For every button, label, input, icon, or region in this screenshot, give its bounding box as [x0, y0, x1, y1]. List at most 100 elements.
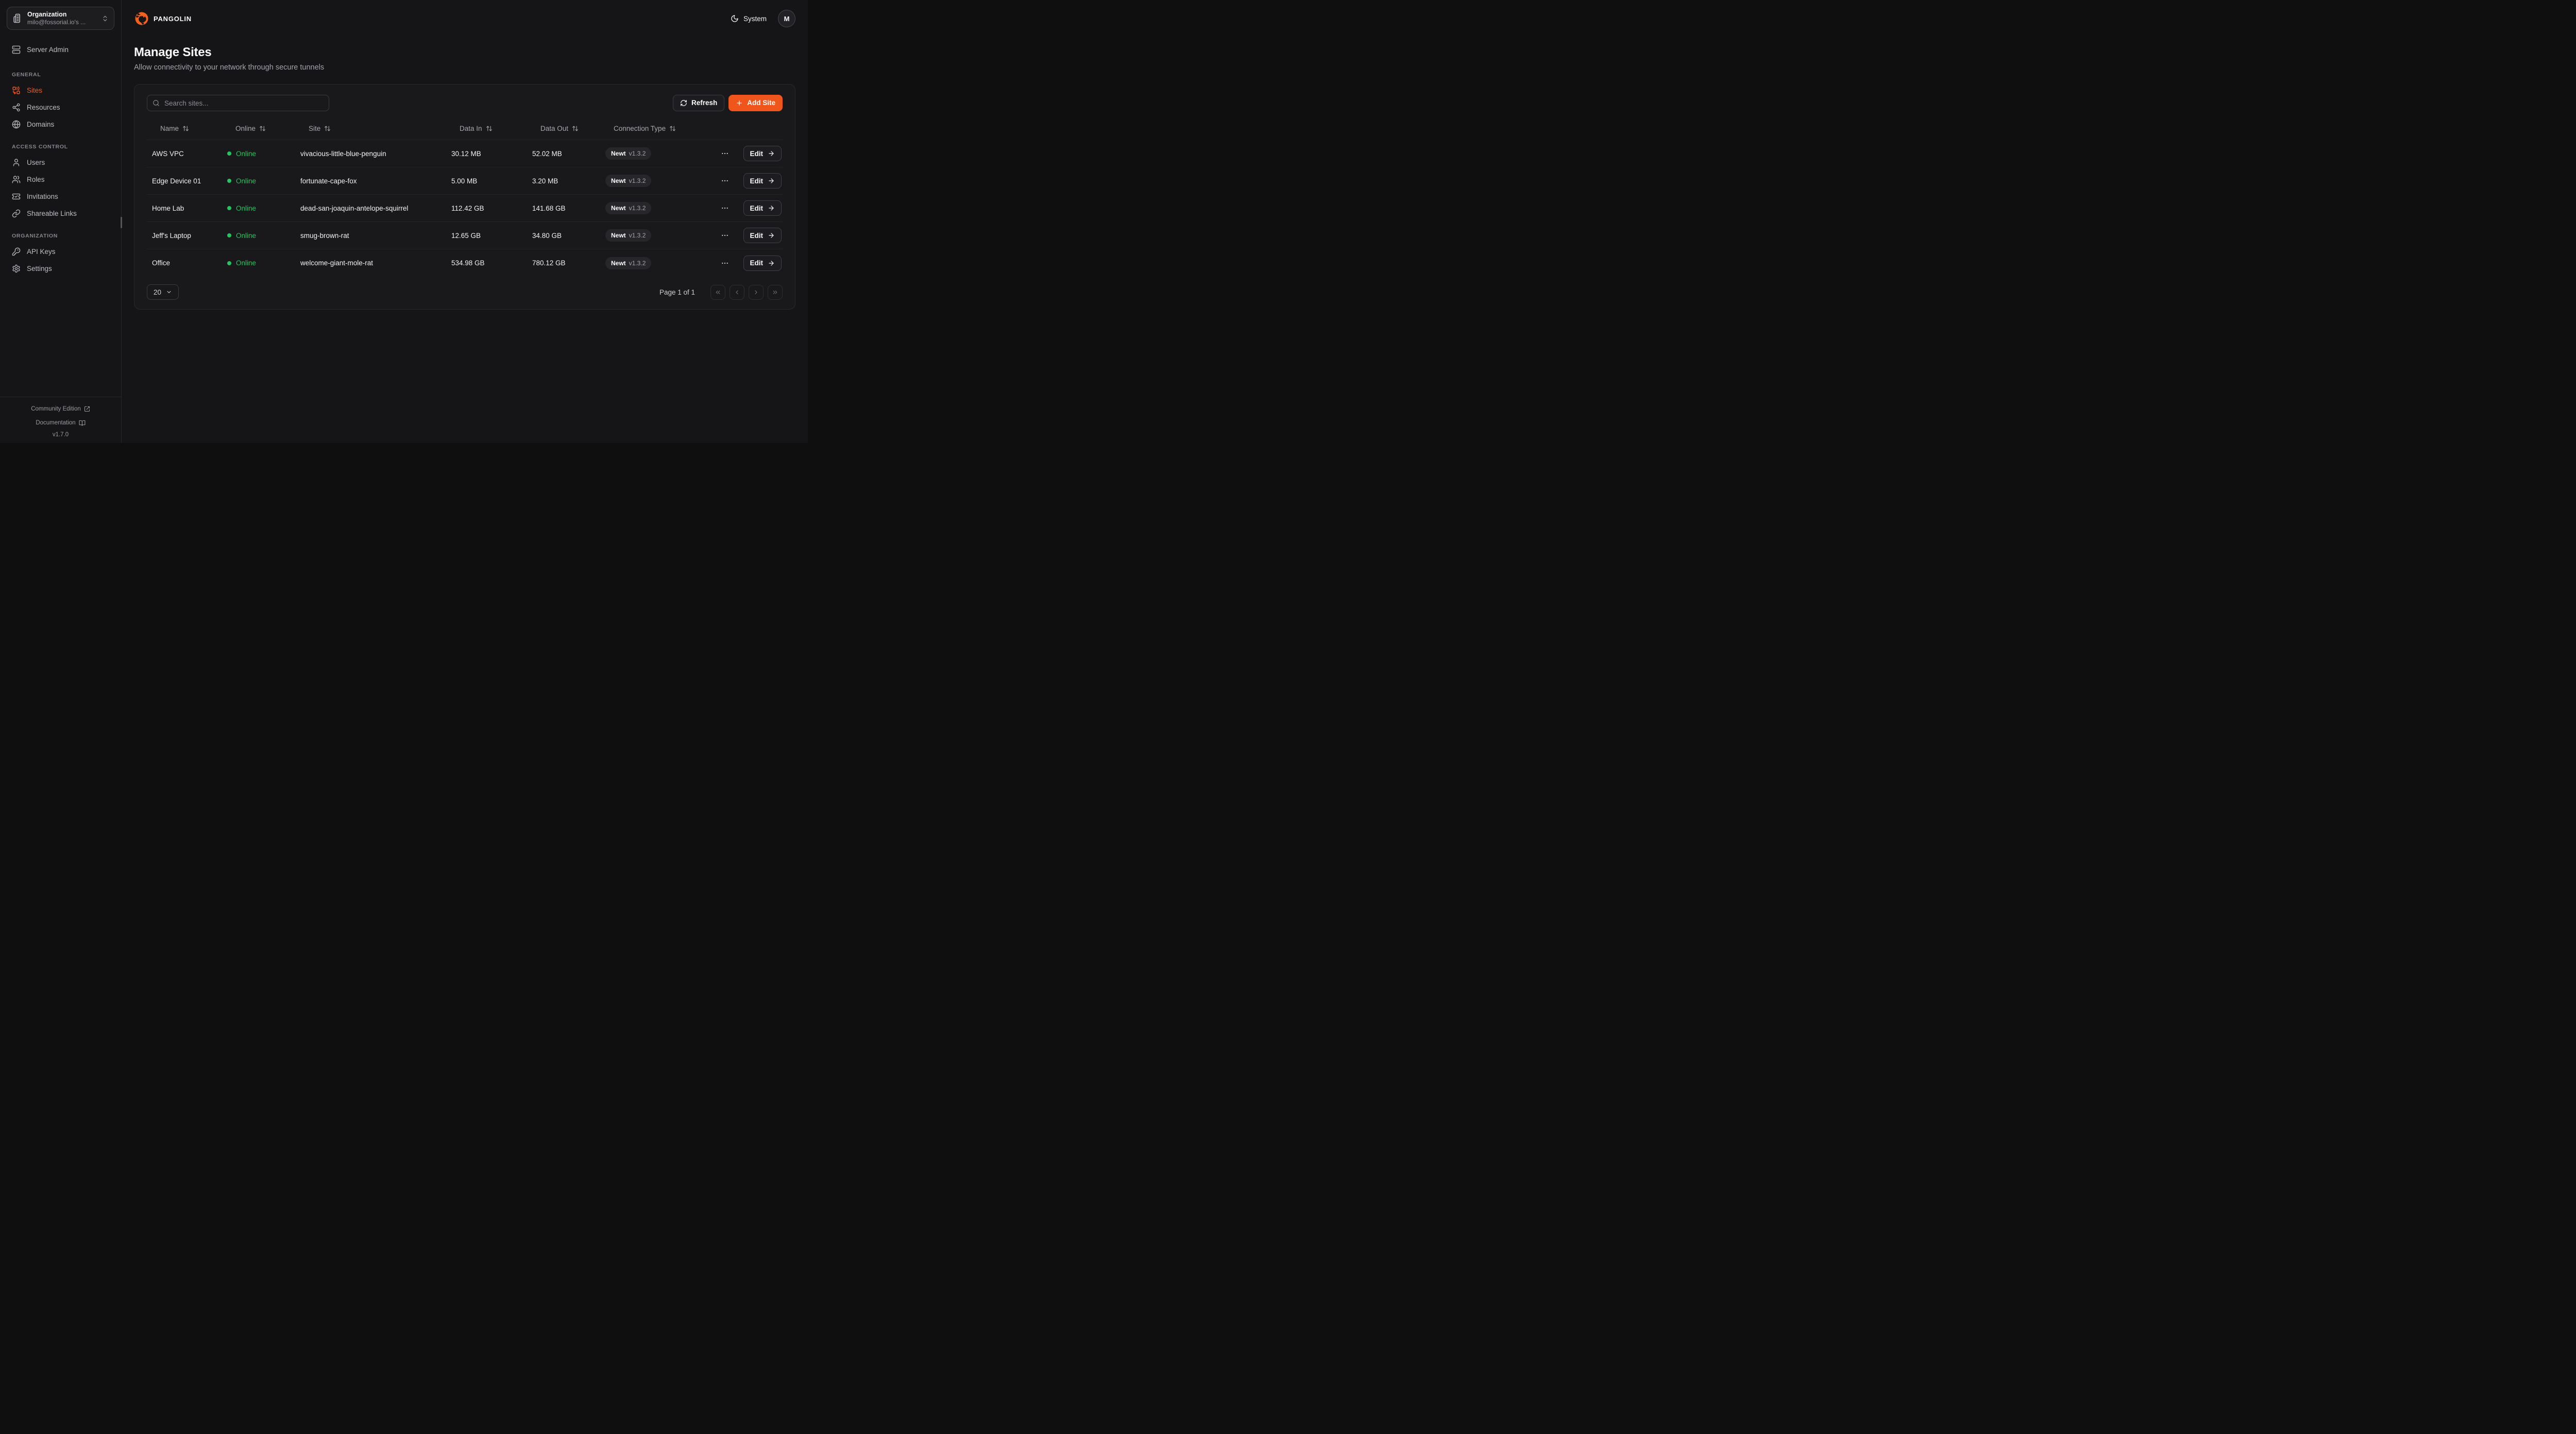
- sidebar-item-label: Settings: [27, 265, 52, 272]
- community-edition-link[interactable]: Community Edition: [31, 406, 90, 412]
- connection-type: Newt: [611, 177, 626, 184]
- column-header-connection-type[interactable]: Connection Type: [600, 125, 703, 132]
- sidebar-item-invitations[interactable]: Invitations: [7, 188, 114, 205]
- share-icon: [12, 103, 21, 112]
- site-status: Online: [222, 177, 295, 185]
- sidebar-item-users[interactable]: Users: [7, 154, 114, 171]
- site-name: Office: [147, 259, 222, 267]
- connection-type-cell: Newtv1.3.2: [600, 257, 703, 269]
- row-actions: Edit: [703, 200, 783, 216]
- status-label: Online: [236, 177, 256, 185]
- documentation-link[interactable]: Documentation: [36, 420, 85, 426]
- connection-type-cell: Newtv1.3.2: [600, 229, 703, 242]
- site-status: Online: [222, 204, 295, 212]
- next-page-button[interactable]: [749, 285, 764, 300]
- row-menu-button[interactable]: [719, 175, 731, 187]
- pangolin-logo-icon: [134, 11, 149, 26]
- brand[interactable]: PANGOLIN: [134, 11, 192, 26]
- sidebar-item-label: Invitations: [27, 193, 58, 200]
- column-header-site[interactable]: Site: [295, 125, 446, 132]
- key-icon: [12, 247, 21, 256]
- sidebar-item-roles[interactable]: Roles: [7, 171, 114, 188]
- column-header-online[interactable]: Online: [222, 125, 295, 132]
- refresh-button[interactable]: Refresh: [673, 95, 724, 111]
- connection-type: Newt: [611, 232, 626, 239]
- status-label: Online: [236, 204, 256, 212]
- sidebar-item-settings[interactable]: Settings: [7, 260, 114, 277]
- row-menu-button[interactable]: [719, 229, 731, 242]
- data-out-value: 52.02 MB: [527, 150, 600, 158]
- table-row: Edge Device 01 Online fortunate-cape-fox…: [147, 167, 783, 195]
- site-slug: fortunate-cape-fox: [295, 177, 446, 185]
- arrow-right-icon: [768, 260, 775, 267]
- sidebar-item-shareable-links[interactable]: Shareable Links: [7, 205, 114, 222]
- org-switcher[interactable]: Organization milo@fossorial.io's ...: [7, 7, 114, 30]
- connection-badge: Newtv1.3.2: [605, 229, 651, 242]
- sidebar-item-label: Domains: [27, 121, 54, 128]
- pagination-controls: Page 1 of 1: [659, 285, 783, 300]
- page-size-select[interactable]: 20: [147, 284, 179, 300]
- column-header-data-out[interactable]: Data Out: [527, 125, 600, 132]
- site-slug: smug-brown-rat: [295, 232, 446, 240]
- sidebar-footer: Community Edition Documentation v1.7.0: [0, 397, 121, 443]
- moon-icon: [731, 14, 739, 23]
- column-label: Online: [235, 125, 256, 132]
- table-row: AWS VPC Online vivacious-little-blue-pen…: [147, 140, 783, 167]
- plus-icon: [736, 99, 743, 107]
- sidebar-resize-handle[interactable]: [121, 217, 122, 228]
- sidebar-item-sites[interactable]: Sites: [7, 82, 114, 99]
- column-label: Data Out: [540, 125, 568, 132]
- prev-page-button[interactable]: [730, 285, 744, 300]
- site-name: AWS VPC: [147, 150, 222, 158]
- external-link-icon: [84, 406, 90, 412]
- community-edition-label: Community Edition: [31, 406, 81, 412]
- site-status: Online: [222, 150, 295, 158]
- chevron-right-icon: [753, 289, 759, 296]
- refresh-icon: [680, 99, 687, 107]
- edit-button[interactable]: Edit: [743, 228, 782, 243]
- edit-label: Edit: [750, 259, 764, 267]
- first-page-button[interactable]: [710, 285, 725, 300]
- data-out-value: 3.20 MB: [527, 177, 600, 185]
- avatar[interactable]: M: [778, 10, 795, 27]
- row-menu-button[interactable]: [719, 202, 731, 214]
- table-row: Home Lab Online dead-san-joaquin-antelop…: [147, 195, 783, 222]
- column-header-name[interactable]: Name: [147, 125, 222, 132]
- sidebar-item-resources[interactable]: Resources: [7, 99, 114, 116]
- gear-icon: [12, 264, 21, 273]
- edit-button[interactable]: Edit: [743, 173, 782, 189]
- row-menu-button[interactable]: [719, 257, 731, 269]
- table-header: Name Online Site Data In: [147, 117, 783, 140]
- chevrons-up-down-icon: [101, 15, 109, 22]
- sort-icon: [259, 125, 266, 132]
- site-name: Jeff's Laptop: [147, 232, 222, 240]
- topbar: PANGOLIN System M: [134, 0, 795, 37]
- add-site-button[interactable]: Add Site: [728, 95, 783, 111]
- page-title: Manage Sites: [134, 45, 795, 60]
- edit-button[interactable]: Edit: [743, 146, 782, 161]
- data-out-value: 780.12 GB: [527, 259, 600, 267]
- site-slug: welcome-giant-mole-rat: [295, 259, 446, 267]
- site-name: Edge Device 01: [147, 177, 222, 185]
- row-menu-button[interactable]: [719, 147, 731, 160]
- edit-label: Edit: [750, 177, 764, 185]
- arrow-right-icon: [768, 150, 775, 157]
- section-label-general: GENERAL: [12, 72, 109, 78]
- sidebar-item-api-keys[interactable]: API Keys: [7, 243, 114, 260]
- connection-type-cell: Newtv1.3.2: [600, 202, 703, 214]
- search-input[interactable]: [147, 95, 329, 111]
- row-actions: Edit: [703, 228, 783, 243]
- sidebar-item-server-admin[interactable]: Server Admin: [7, 41, 114, 58]
- edit-button[interactable]: Edit: [743, 200, 782, 216]
- theme-toggle[interactable]: System: [731, 14, 767, 23]
- column-header-data-in[interactable]: Data In: [446, 125, 527, 132]
- sidebar-item-domains[interactable]: Domains: [7, 116, 114, 133]
- org-text: Organization milo@fossorial.io's ...: [27, 10, 96, 27]
- status-label: Online: [236, 259, 256, 267]
- sites-icon: [12, 86, 21, 95]
- data-in-value: 30.12 MB: [446, 150, 527, 158]
- edit-label: Edit: [750, 204, 764, 212]
- edit-button[interactable]: Edit: [743, 255, 782, 271]
- last-page-button[interactable]: [768, 285, 783, 300]
- server-icon: [12, 45, 21, 54]
